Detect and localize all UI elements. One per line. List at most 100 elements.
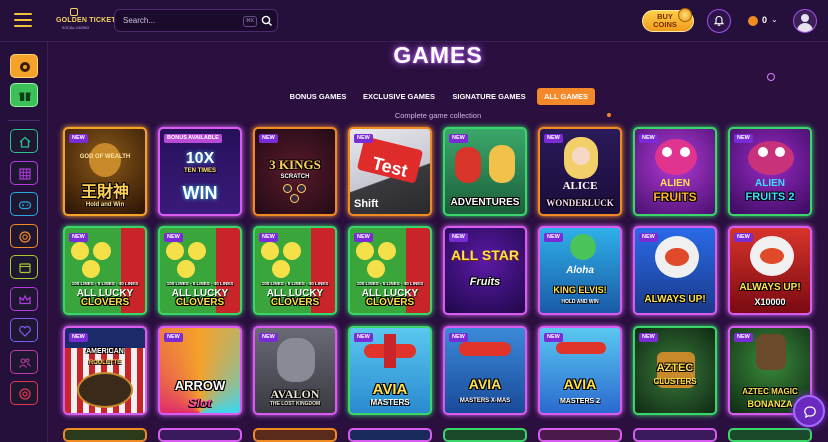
game-card-alien-fruits[interactable]: ALIEN FRUITS NEW <box>633 127 717 216</box>
game-card-row4-3[interactable] <box>253 428 337 442</box>
game-title: ALWAYS UP! <box>739 282 801 293</box>
game-title: ALWAYS UP! <box>644 294 706 305</box>
game-subtitle: 100 LINES · 5 LINES · 40 LINES <box>166 281 234 286</box>
game-title: FRUITS <box>653 190 697 204</box>
game-card-adventures[interactable]: ADVENTURES NEW <box>443 127 527 216</box>
game-card-american-roulette[interactable]: AMERICAN ROULETTE NEW <box>63 326 147 415</box>
game-subtitle: X10000 <box>754 297 786 307</box>
game-card-all-lucky-clovers-2[interactable]: 100 LINES · 5 LINES · 40 LINES ALL LUCKY… <box>158 226 242 315</box>
game-card-row4-6[interactable] <box>538 428 622 442</box>
new-badge: NEW <box>734 333 753 342</box>
sidebar-divider <box>8 120 40 121</box>
game-title: CLOVERS <box>270 297 320 308</box>
game-card-all-star-fruits[interactable]: ALL STAR Fruits NEW <box>443 226 527 315</box>
brand-subtitle: SOCIAL CASINO <box>62 26 90 30</box>
sidebar-item-favorites[interactable] <box>10 318 38 342</box>
game-card-always-up-x10000[interactable]: ALWAYS UP! X10000 NEW <box>728 226 812 315</box>
sidebar-item-grid[interactable] <box>10 161 38 185</box>
game-card-3-kings-scratch[interactable]: 3 KINGS SCRATCH NEW <box>253 127 337 216</box>
sidebar-item-crown[interactable] <box>10 287 38 311</box>
new-badge: NEW <box>354 134 373 143</box>
game-card-row4-7[interactable] <box>633 428 717 442</box>
game-card-arrow-slot[interactable]: ARROW Slot NEW <box>158 326 242 415</box>
user-icon <box>801 14 809 22</box>
brand-title: GOLDEN TICKET <box>56 17 116 24</box>
gamepad-icon <box>18 201 32 210</box>
record-icon <box>20 62 30 72</box>
bonus-badge: BONUS AVAILABLE <box>164 134 222 143</box>
game-card-row4-5[interactable] <box>443 428 527 442</box>
new-badge: NEW <box>69 333 88 342</box>
gift-icon <box>19 92 31 101</box>
game-title: CLOVERS <box>365 297 415 308</box>
game-card-alice-wonderluck[interactable]: ALICE WONDERLUCK NEW <box>538 127 622 216</box>
game-card-aztec-magic-bonanza[interactable]: AZTEC MAGIC BONANZA NEW <box>728 326 812 415</box>
new-badge: NEW <box>259 134 278 143</box>
menu-icon[interactable] <box>14 13 32 27</box>
notifications-button[interactable] <box>707 9 731 33</box>
tab-bonus-games[interactable]: BONUS GAMES <box>285 88 351 105</box>
sidebar-item-users[interactable] <box>10 350 38 374</box>
brand-logo[interactable]: GOLDEN TICKET SOCIAL CASINO <box>56 8 116 34</box>
tab-signature-games[interactable]: SIGNATURE GAMES <box>449 88 529 105</box>
game-card-avia-masters[interactable]: AVIA MASTERS NEW <box>348 326 432 415</box>
game-card-all-lucky-clovers-4[interactable]: 100 LINES · 5 LINES · 40 LINES ALL LUCKY… <box>348 226 432 315</box>
search-input[interactable]: Search... ⌘K <box>114 9 278 32</box>
decorative-dot <box>607 113 611 117</box>
game-card-10x-win[interactable]: 10X TEN TIMES WIN BONUS AVAILABLE <box>158 127 242 216</box>
game-card-aloha-king-elvis[interactable]: Aloha KING ELVIS! HOLD AND WIN NEW <box>538 226 622 315</box>
game-card-avia-masters-xmas[interactable]: AVIA MASTERS X-MAS NEW <box>443 326 527 415</box>
page-title: GAMES <box>393 42 483 68</box>
game-subtitle: MASTERS 2 <box>559 398 601 405</box>
search-icon[interactable] <box>261 15 273 27</box>
new-badge: NEW <box>449 134 468 143</box>
sidebar-item-wallet[interactable] <box>10 255 38 279</box>
buy-coins-button[interactable]: BUY COINS <box>642 8 694 32</box>
new-badge: NEW <box>354 333 373 342</box>
game-title: AVALON <box>270 387 320 401</box>
game-card-row4-4[interactable] <box>348 428 432 442</box>
sidebar-item-games[interactable] <box>10 192 38 216</box>
game-title: AVIA <box>563 376 597 392</box>
game-subtitle: 100 LINES · 5 LINES · 40 LINES <box>356 281 424 286</box>
search-placeholder: Search... <box>123 16 156 25</box>
game-card-row4-2[interactable] <box>158 428 242 442</box>
game-card-row4-8[interactable] <box>728 428 812 442</box>
new-badge: NEW <box>164 333 183 342</box>
tab-all-games[interactable]: ALL GAMES <box>537 88 595 105</box>
game-top-text: ALL STAR <box>451 247 519 263</box>
game-card-always-up[interactable]: ALWAYS UP! NEW <box>633 226 717 315</box>
game-card-aztec-clusters[interactable]: AZTEC CLUSTERS NEW <box>633 326 717 415</box>
sidebar-item-record[interactable] <box>10 54 38 78</box>
game-card-alien-fruits-2[interactable]: ALIEN FRUITS 2 NEW <box>728 127 812 216</box>
game-title: 王財神 <box>80 184 129 201</box>
game-title: AZTEC MAGIC <box>742 387 798 396</box>
coin-icon <box>678 8 692 22</box>
game-card-all-lucky-clovers-1[interactable]: 100 LINES · 5 LINES · 40 LINES ALL LUCKY… <box>63 226 147 315</box>
sidebar-item-home[interactable] <box>10 129 38 153</box>
bell-icon <box>713 15 725 26</box>
game-top-text: Aloha <box>566 265 594 276</box>
tab-exclusive-games[interactable]: EXCLUSIVE GAMES <box>360 88 438 105</box>
game-card-avia-masters-2[interactable]: AVIA MASTERS 2 NEW <box>538 326 622 415</box>
sidebar-item-coin[interactable] <box>10 224 38 248</box>
new-badge: NEW <box>449 333 468 342</box>
user-avatar[interactable] <box>793 9 817 33</box>
chat-button[interactable] <box>793 395 825 427</box>
game-card-row4-1[interactable] <box>63 428 147 442</box>
sidebar-item-gift[interactable] <box>10 83 38 107</box>
game-card-test[interactable]: Test Shift NEW <box>348 127 432 216</box>
game-card-all-lucky-clovers-3[interactable]: 100 LINES · 5 LINES · 40 LINES ALL LUCKY… <box>253 226 337 315</box>
sidebar-item-support[interactable] <box>10 381 38 405</box>
new-badge: NEW <box>639 333 658 342</box>
game-title: WIN <box>182 183 218 203</box>
game-subtitle: MASTERS X-MAS <box>459 398 511 404</box>
chevron-down-icon[interactable]: ⌄ <box>771 15 778 24</box>
game-card-god-of-wealth[interactable]: GOD OF WEALTH 王財神 Hold and Win NEW <box>63 127 147 216</box>
section-subtitle: Complete game collection <box>394 111 482 120</box>
game-title: AVIA <box>372 381 408 398</box>
game-card-avalon[interactable]: AVALON THE LOST KINGDOM NEW <box>253 326 337 415</box>
lifebuoy-icon <box>19 388 31 400</box>
game-title: KING ELVIS! <box>553 285 607 295</box>
new-badge: NEW <box>259 233 278 242</box>
